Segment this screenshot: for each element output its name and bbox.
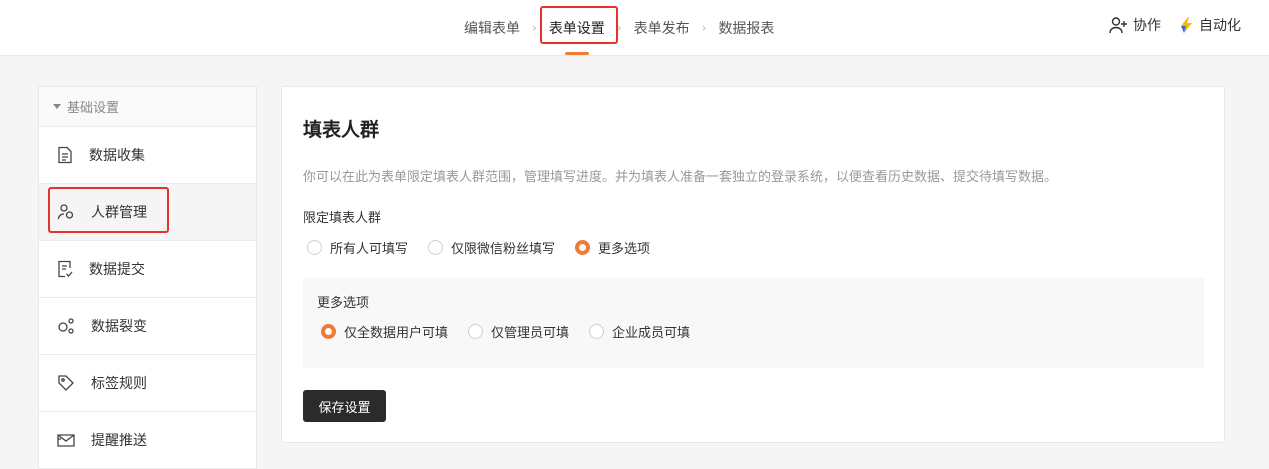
sidebar-item-data-fission[interactable]: 数据裂变 [39,298,256,355]
crowd-settings-panel: 填表人群 你可以在此为表单限定填表人群范围，管理填写进度。并为填表人准备一套独立… [281,86,1225,443]
radio-admins-only[interactable]: 仅管理员可填 [468,322,569,341]
highlight-box [539,6,618,44]
sidebar-item-crowd-management[interactable]: 人群管理 [39,184,256,241]
highlight-box [48,187,169,233]
active-step-indicator [564,52,589,55]
document-icon [58,146,72,164]
radio-more-options[interactable]: 更多选项 [575,238,650,257]
collaborate-button[interactable]: 协作 [1109,15,1161,35]
automation-button[interactable]: 自动化 [1179,15,1241,35]
more-options-label: 更多选项 [317,296,370,311]
radio-unchecked-icon [589,324,605,339]
step-data-report[interactable]: 数据报表 [710,0,782,56]
document-check-icon [58,260,73,278]
sidebar-item-data-collection[interactable]: 数据收集 [39,127,256,184]
sidebar-group-basic[interactable]: 基础设置 [39,87,256,127]
radio-unchecked-icon [307,240,322,255]
caret-down-icon [53,104,61,109]
sidebar-item-data-submission[interactable]: 数据提交 [39,241,256,298]
settings-sidebar: 基础设置 数据收集 人群管理 数据提交 数据裂变 标签规则 提醒推送 [38,86,257,469]
radio-unchecked-icon [468,324,484,339]
step-nav: 编辑表单 › 表单设置 › 表单发布 › 数据报表 [456,0,782,56]
sidebar-item-reminder-push[interactable]: 提醒推送 [39,412,256,469]
radio-wechat-fans[interactable]: 仅限微信粉丝填写 [428,238,555,257]
chevron-right-icon: › [701,21,707,35]
sidebar-item-tag-rules[interactable]: 标签规则 [39,355,256,412]
radio-full-data-users[interactable]: 仅全数据用户可填 [321,322,448,341]
step-form-publish[interactable]: 表单发布 [626,0,698,56]
radio-everyone[interactable]: 所有人可填写 [307,238,408,257]
panel-description: 你可以在此为表单限定填表人群范围，管理填写进度。并为填表人准备一套独立的登录系统… [303,170,1058,185]
radio-enterprise-members[interactable]: 企业成员可填 [589,322,690,341]
page-title: 填表人群 [303,119,380,141]
restrict-radio-group: 所有人可填写 仅限微信粉丝填写 更多选项 [307,238,650,257]
step-form-settings[interactable]: 表单设置 [539,0,618,56]
radio-checked-icon [575,240,591,255]
header-actions: 协作 自动化 [1109,0,1241,50]
radio-checked-icon [321,324,336,339]
add-user-icon [1109,17,1127,34]
share-nodes-icon [58,318,74,334]
restrict-label: 限定填表人群 [303,211,382,226]
save-settings-button[interactable]: 保存设置 [303,390,386,422]
lightning-icon [1181,17,1192,33]
tag-icon [58,375,74,391]
top-bar: 编辑表单 › 表单设置 › 表单发布 › 数据报表 协作 自动化 [0,0,1269,56]
more-options-box: 更多选项 仅全数据用户可填 仅管理员可填 企业成员可填 [303,278,1204,368]
radio-unchecked-icon [428,240,444,255]
mail-send-icon [57,434,75,447]
more-options-radio-group: 仅全数据用户可填 仅管理员可填 企业成员可填 [321,322,690,341]
chevron-right-icon: › [532,21,537,35]
step-edit-form[interactable]: 编辑表单 [456,0,528,56]
